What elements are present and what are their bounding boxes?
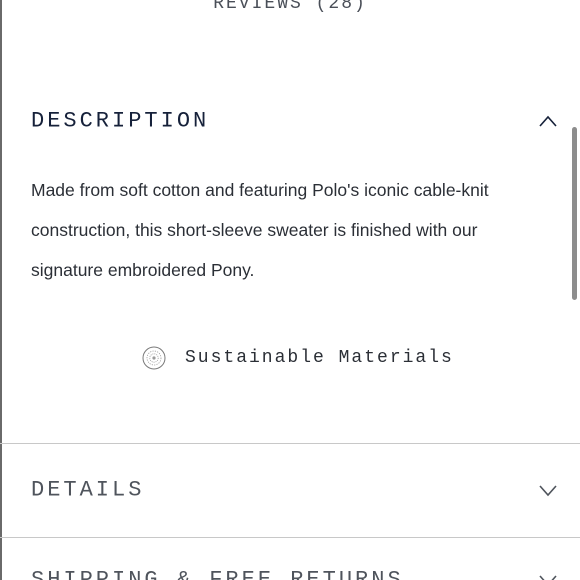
description-line: construction, this short-sleeve sweater …: [31, 220, 478, 240]
vertical-scrollbar[interactable]: [572, 127, 577, 300]
chevron-up-icon[interactable]: [538, 114, 558, 128]
description-title: DESCRIPTION: [31, 108, 210, 134]
description-body: Made from soft cotton and featuring Polo…: [31, 170, 551, 290]
description-line: Made from soft cotton and featuring Polo…: [31, 180, 489, 200]
details-title: DETAILS: [31, 477, 145, 503]
section-divider: [0, 537, 580, 538]
description-accordion-header[interactable]: DESCRIPTION: [0, 101, 580, 141]
reviews-link[interactable]: REVIEWS (28): [0, 0, 580, 14]
sustainable-materials-badge: Sustainable Materials: [142, 345, 454, 371]
section-divider: [0, 443, 580, 444]
chevron-down-icon[interactable]: [538, 573, 558, 580]
chevron-down-icon[interactable]: [538, 483, 558, 497]
sustainable-materials-label: Sustainable Materials: [185, 348, 454, 368]
description-line: signature embroidered Pony.: [31, 260, 255, 280]
shipping-title: SHIPPING & FREE RETURNS: [31, 567, 404, 580]
details-accordion-header[interactable]: DETAILS: [0, 470, 580, 510]
sustainable-materials-icon: [142, 346, 166, 370]
shipping-accordion-header[interactable]: SHIPPING & FREE RETURNS: [0, 560, 580, 580]
